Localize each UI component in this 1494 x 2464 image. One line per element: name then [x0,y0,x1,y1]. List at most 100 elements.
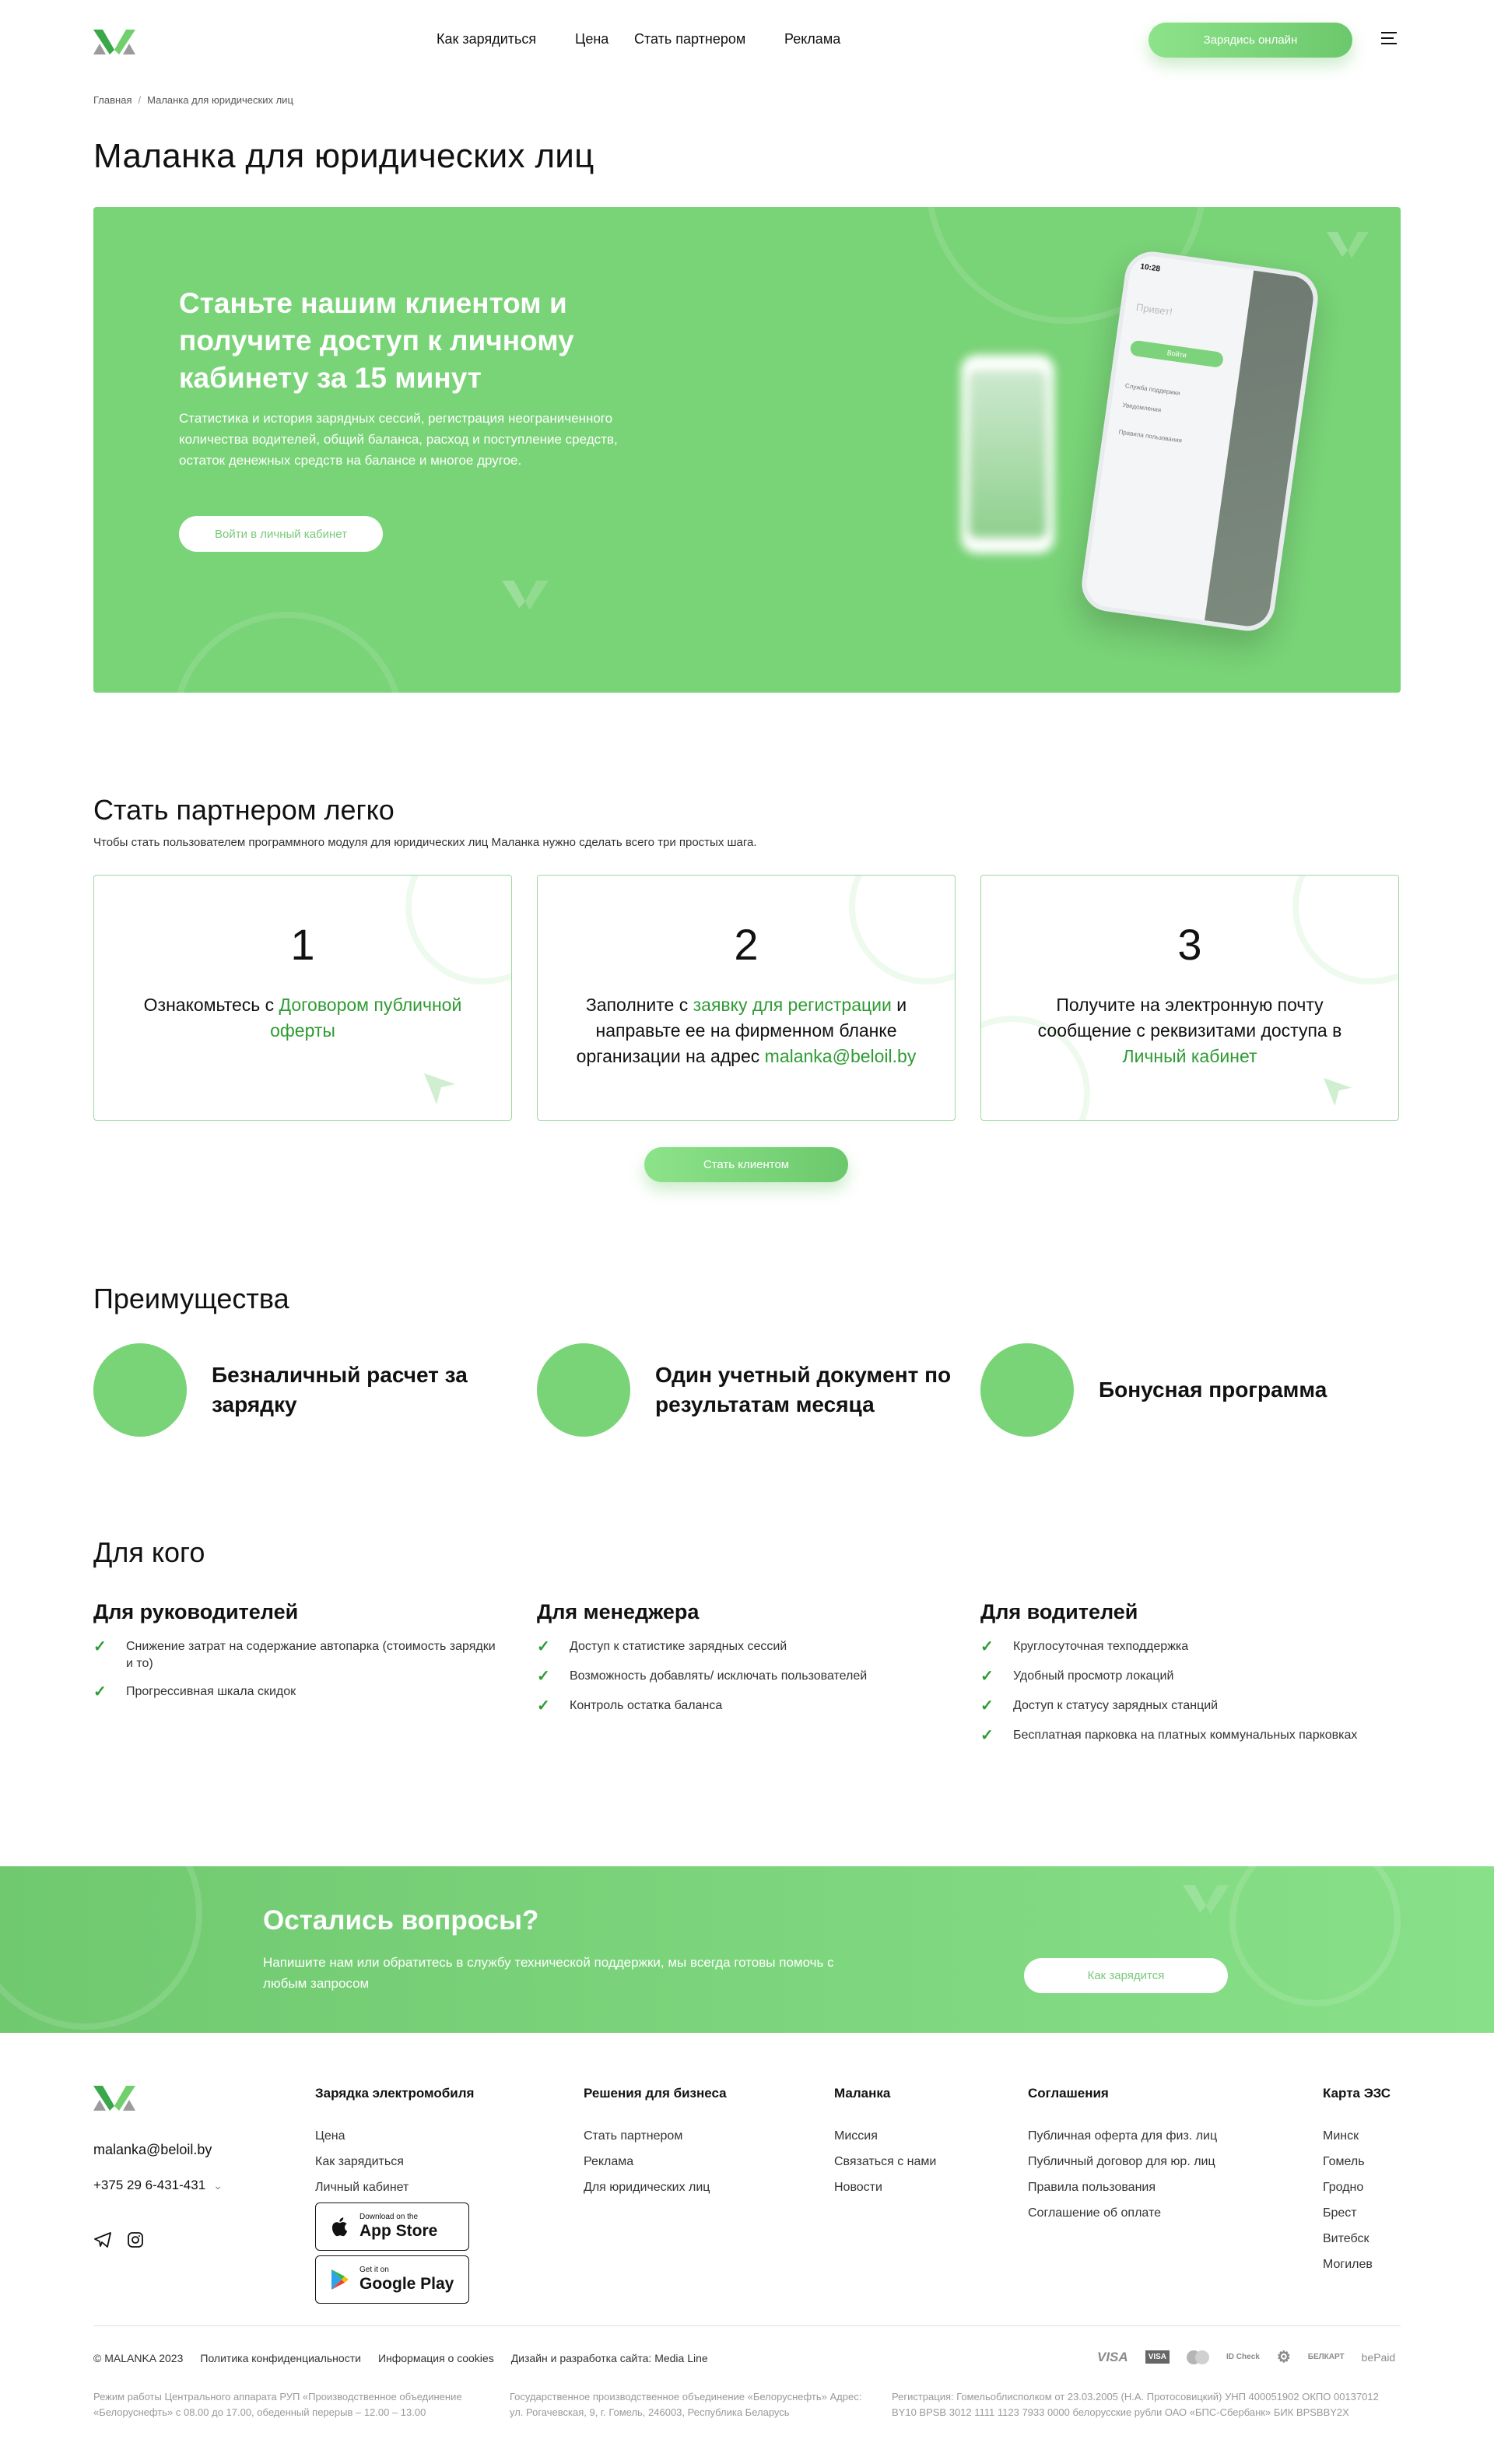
cookies-link[interactable]: Информация о cookies [378,2352,494,2364]
belkart-icon: БЕЛКАРТ [1307,2353,1345,2361]
nav-price[interactable]: Цена [575,31,608,47]
google-play-small: Get it on [359,2266,389,2274]
footer-link[interactable]: Соглашение об оплате [1028,2206,1217,2220]
registration-link[interactable]: заявку для регистрации [693,995,892,1015]
phone-menu-item: Правила пользования [1118,428,1183,444]
step-card: 2 Заполните с заявку для регистрации и н… [537,875,956,1121]
step-number: 1 [290,920,315,969]
advantages-title: Преимущества [93,1283,289,1314]
hero-text: Статистика и история зарядных сессий, ре… [179,411,618,468]
footer-logo[interactable] [93,2083,135,2115]
footer-phone[interactable]: +375 29 6-431-431 ⌄ [93,2178,223,2193]
decor-check-icon [1327,232,1369,258]
footer-link[interactable]: Миссия [834,2129,936,2143]
check-icon: ✓ [980,1727,994,1744]
audience-group: Для менеджера ✓ Доступ к статистике заряд… [537,1600,942,1715]
offer-link[interactable]: Договором публичной оферты [270,995,461,1041]
footer-column: Зарядка электромобиля Цена Как зарядитьс… [315,2086,474,2206]
become-client-button[interactable]: Стать клиентом [644,1147,848,1182]
check-icon: ✓ [93,1638,107,1655]
footer-link[interactable]: Правила пользования [1028,2181,1217,2195]
phone-menu-item: Уведомления [1121,401,1162,414]
visa-secure-icon: VISA [1145,2350,1170,2364]
check-icon: ✓ [537,1638,550,1655]
email-link[interactable]: malanka@beloil.by [765,1046,917,1066]
footer-link[interactable]: Стать партнером [584,2129,727,2143]
footer-column-title: Карта ЭЗС [1323,2086,1391,2101]
telegram-icon[interactable] [93,2231,112,2249]
footer-link[interactable]: Для юридических лиц [584,2181,727,2195]
footer-email[interactable]: malanka@beloil.by [93,2142,212,2158]
advantage-icon [93,1343,187,1437]
mastercard-icon: mastercard [1187,2350,1210,2364]
app-store-button[interactable]: Download on the App Store [315,2203,469,2251]
advantage-item: Один учетный документ по результатам мес… [537,1343,973,1437]
charge-online-button[interactable]: Зарядись онлайн [1149,23,1352,58]
phone-login: Войти [1129,339,1225,369]
footer-link[interactable]: Новости [834,2181,936,2195]
breadcrumb-current: Маланка для юридических лиц [147,94,293,106]
advantage-item: Бонусная программа [980,1343,1401,1437]
footer-link[interactable]: Связаться с нами [834,2155,936,2169]
breadcrumb-home[interactable]: Главная [93,94,132,106]
footer-link[interactable]: Могилев [1323,2258,1391,2272]
footer-link[interactable]: Личный кабинет [315,2181,474,2195]
step-text: Получите на электронную почту сообщение … [1012,992,1367,1069]
list-item: ✓ Снижение затрат на содержание автопарка… [93,1638,498,1673]
logo[interactable] [93,26,135,58]
nav-ads[interactable]: Реклама [784,31,840,47]
menu-icon[interactable] [1381,28,1397,48]
list-item: ✓ Доступ к статусу зарядных станций [980,1697,1385,1715]
list-item-text: Бесплатная парковка на платных коммуналь… [1013,1729,1358,1742]
phone-time: 10:28 [1139,262,1161,274]
advantage-icon [537,1343,630,1437]
footer-link[interactable]: Витебск [1323,2232,1391,2246]
footer-column: Карта ЭЗС Минск Гомель Гродно Брест Вите… [1323,2086,1391,2283]
list-item: ✓ Круглосуточная техподдержка [980,1638,1385,1655]
step-text-part: Получите на электронную почту сообщение … [1037,995,1342,1041]
privacy-link[interactable]: Политика конфиденциальности [200,2352,361,2364]
list-item: ✓ Доступ к статистике зарядных сессий [537,1638,942,1655]
footer-link[interactable]: Цена [315,2129,474,2143]
developer-link[interactable]: Дизайн и разработка сайта: Media Line [511,2352,708,2364]
list-item: ✓ Контроль остатка баланса [537,1697,942,1715]
decor-arrow-icon [1324,1078,1352,1106]
cta-text: Напишите нам или обратитесь в службу тех… [263,1955,834,1991]
footer-column: Соглашения Публичная оферта для физ. лиц… [1028,2086,1217,2232]
step-text: Заполните с заявку для регистрации и нап… [553,992,939,1069]
step-text: Ознакомьтесь с Договором публичной оферт… [117,992,488,1044]
footer-link[interactable]: Как зарядиться [315,2155,474,2169]
google-play-button[interactable]: Get it on Google Play [315,2255,469,2304]
nav-partner[interactable]: Стать партнером [634,31,745,47]
instagram-icon[interactable] [126,2231,145,2249]
hero-banner: Станьте нашим клиентом и получите доступ… [93,207,1401,693]
decor-check-icon [502,581,549,610]
hero-title: Станьте нашим клиентом и получите доступ… [179,287,574,394]
decor-arrow-icon [424,1073,455,1104]
list-item-text: Прогрессивная шкала скидок [126,1685,296,1698]
footer-link[interactable]: Гродно [1323,2181,1391,2195]
social-links [93,2231,145,2249]
footer-link[interactable]: Гомель [1323,2155,1391,2169]
footer-link[interactable]: Минск [1323,2129,1391,2143]
footer-link[interactable]: Публичный договор для юр. лиц [1028,2155,1217,2169]
phone-menu-item: Служба поддержки [1124,381,1181,397]
footer-link[interactable]: Реклама [584,2155,727,2169]
nav-how-to-charge[interactable]: Как зарядиться [437,31,536,47]
gear-icon: ⚙ [1276,2349,1291,2366]
login-cabinet-button[interactable]: Войти в личный кабинет [179,516,383,552]
visa-icon: VISA [1097,2349,1128,2364]
advantage-text: Бонусная программа [1099,1378,1327,1402]
how-to-charge-button[interactable]: Как зарядится [1024,1958,1228,1993]
footer-link[interactable]: Публичная оферта для физ. лиц [1028,2129,1217,2143]
copyright: © MALANKA 2023 [93,2352,184,2364]
app-store-label: App Store [359,2222,438,2240]
check-icon: ✓ [980,1668,994,1685]
cta-title: Остались вопросы? [263,1905,539,1936]
questions-banner: Остались вопросы? Напишите нам или обрат… [0,1866,1494,2033]
audience-group: Для руководителей ✓ Снижение затрат на со… [93,1600,498,1701]
footer-link[interactable]: Брест [1323,2206,1391,2220]
legal-text: Регистрация: Гомельоблисполком от 23.03.… [892,2391,1379,2418]
check-icon: ✓ [537,1697,550,1715]
cabinet-link[interactable]: Личный кабинет [1122,1046,1257,1066]
